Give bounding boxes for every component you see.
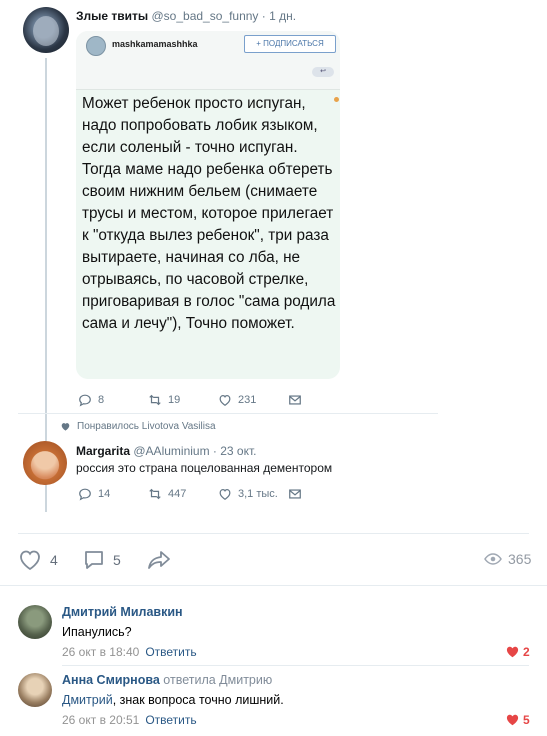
card-subscribe-button: + ПОДПИСАТЬСЯ bbox=[244, 35, 336, 53]
reply-author-name[interactable]: Margarita bbox=[76, 444, 130, 458]
retweet-icon bbox=[149, 488, 161, 500]
comment-mention[interactable]: Дмитрий bbox=[62, 693, 113, 707]
post-views: 365 bbox=[484, 551, 531, 567]
comment-like-button[interactable]: 2 bbox=[506, 645, 530, 659]
liked-by-line: Понравилось Livotova Vasilisa bbox=[60, 421, 216, 432]
heart-icon bbox=[219, 395, 231, 406]
eye-icon bbox=[484, 553, 502, 565]
comment-reply-link[interactable]: Ответить bbox=[145, 645, 196, 659]
comment-divider bbox=[62, 665, 529, 666]
heart-outline-icon bbox=[20, 550, 40, 571]
comment-text: Ипанулись? bbox=[62, 625, 132, 639]
reply-author-handle[interactable]: @AAluminium bbox=[133, 444, 209, 458]
reply2-reply-count: 14 bbox=[98, 488, 111, 500]
tweet-divider bbox=[18, 413, 438, 414]
comment-like-count: 2 bbox=[523, 645, 530, 659]
tweet-author-handle[interactable]: @so_bad_so_funny bbox=[152, 9, 259, 23]
share-arrow-icon bbox=[148, 551, 170, 569]
heart-filled-icon bbox=[506, 714, 519, 726]
post-comment-button[interactable]: 5 bbox=[83, 549, 121, 571]
retweet-icon bbox=[149, 394, 161, 406]
liked-heart-icon bbox=[61, 423, 70, 431]
comment-avatar[interactable] bbox=[18, 673, 52, 707]
reply-count: 8 bbox=[98, 394, 105, 406]
comment-reply-to[interactable]: ответила Дмитрию bbox=[163, 673, 272, 687]
reply2-retweet-count: 447 bbox=[168, 488, 187, 500]
retweet-action[interactable]: 19 bbox=[148, 393, 180, 407]
comment-text: , знак вопроса точно лишний. bbox=[112, 693, 284, 707]
dm-action[interactable] bbox=[288, 393, 302, 407]
tweet-author-name[interactable]: Злые твиты bbox=[76, 9, 148, 23]
card-avatar bbox=[86, 36, 106, 56]
card-body-text: Может ребенок просто испуган, надо попро… bbox=[82, 95, 336, 332]
retweet-count: 19 bbox=[168, 394, 181, 406]
like-count: 231 bbox=[238, 394, 257, 406]
comments-divider bbox=[0, 585, 547, 586]
tweet-image-card[interactable]: mashkamamashhka + ПОДПИСАТЬСЯ ↩ Может ре… bbox=[76, 31, 340, 379]
reply2-like-count: 3,1 тыс. bbox=[238, 488, 278, 500]
card-reply-icon: ↩ bbox=[312, 67, 334, 77]
reply2-dm-action[interactable] bbox=[288, 487, 302, 501]
card-username: mashkamamashhka bbox=[112, 39, 198, 49]
envelope-icon bbox=[289, 489, 301, 499]
author-avatar[interactable] bbox=[23, 7, 69, 53]
liked-by-text: Понравилось Livotova Vasilisa bbox=[77, 421, 216, 432]
like-action[interactable]: 231 bbox=[218, 393, 256, 407]
comment-header: Анна Смирнова ответила Дмитрию bbox=[62, 673, 272, 687]
reply2-reply-action[interactable]: 14 bbox=[78, 487, 110, 501]
comment-icon bbox=[85, 551, 103, 569]
reply-tweet-header: Margarita @AAluminium · 23 окт. bbox=[76, 444, 257, 458]
tweet-time: · 1 дн. bbox=[261, 9, 297, 23]
comment-date[interactable]: 26 окт в 20:51 bbox=[62, 713, 139, 727]
post-comment-count: 5 bbox=[113, 552, 121, 568]
comment-meta: 26 окт в 20:51 Ответить bbox=[62, 713, 197, 727]
comment-like-count: 5 bbox=[523, 713, 530, 727]
stats-divider bbox=[18, 533, 529, 534]
comment-text-line: Дмитрий, знак вопроса точно лишний. bbox=[62, 693, 284, 707]
reply2-like-action[interactable]: 3,1 тыс. bbox=[218, 487, 278, 501]
reply-tweet-time: · 23 окт. bbox=[212, 444, 257, 458]
post-like-count: 4 bbox=[50, 552, 58, 568]
post-view-count: 365 bbox=[508, 551, 532, 567]
comment-date[interactable]: 26 окт в 18:40 bbox=[62, 645, 139, 659]
heart-filled-icon bbox=[506, 646, 519, 658]
reply-action[interactable]: 8 bbox=[78, 393, 104, 407]
reply-author-avatar[interactable] bbox=[23, 441, 67, 485]
post-share-button[interactable] bbox=[146, 549, 172, 571]
post-like-button[interactable]: 4 bbox=[18, 549, 58, 571]
reply-tweet-text: россия это страна поцелованная дементоро… bbox=[76, 461, 333, 475]
comment-reply-link[interactable]: Ответить bbox=[145, 713, 196, 727]
envelope-icon bbox=[289, 395, 301, 405]
reply-icon bbox=[79, 394, 91, 407]
thread-line-bottom bbox=[45, 486, 47, 512]
heart-icon bbox=[219, 489, 231, 500]
comment-author[interactable]: Анна Смирнова bbox=[62, 673, 160, 687]
reply-icon bbox=[79, 488, 91, 501]
comment-like-button[interactable]: 5 bbox=[506, 713, 530, 727]
comment-avatar[interactable] bbox=[18, 605, 52, 639]
reply2-retweet-action[interactable]: 447 bbox=[148, 487, 186, 501]
tweet-header: Злые твиты @so_bad_so_funny · 1 дн. bbox=[76, 9, 296, 23]
comment-author[interactable]: Дмитрий Милавкин bbox=[62, 605, 183, 619]
comment-meta: 26 окт в 18:40 Ответить bbox=[62, 645, 197, 659]
